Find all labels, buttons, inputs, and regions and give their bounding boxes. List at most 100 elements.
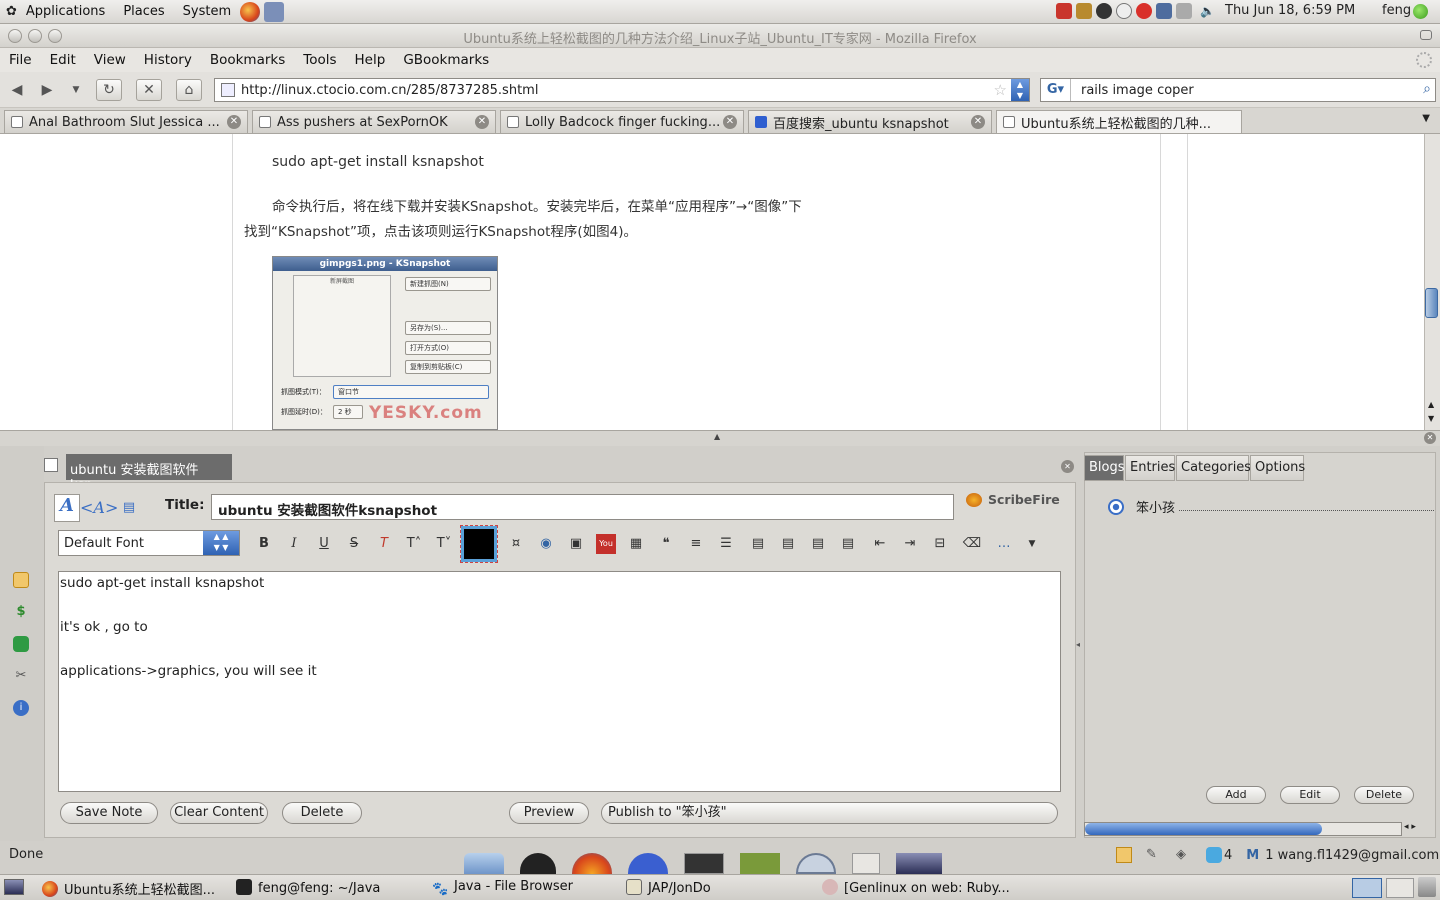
underline-icon[interactable]: U — [314, 534, 334, 554]
sync-icon[interactable] — [13, 636, 29, 652]
publish-button[interactable]: Publish to "笨小孩" — [601, 802, 1058, 824]
font-select[interactable]: Default Font ▲ ▲ ▼ ▼ — [58, 530, 240, 556]
menu-history[interactable]: History — [135, 52, 201, 68]
page-scroll-thumb[interactable] — [1425, 288, 1438, 318]
remove-format-icon[interactable]: T — [374, 534, 394, 554]
printer-tray-icon[interactable] — [1176, 3, 1192, 19]
menu-file[interactable]: File — [0, 52, 41, 68]
menu-help[interactable]: Help — [346, 52, 395, 68]
system-menu[interactable]: System — [174, 4, 240, 19]
outdent-icon[interactable]: ⇤ — [870, 534, 890, 554]
shield-tray-icon[interactable] — [1076, 3, 1092, 19]
tab-list-dropdown-icon[interactable]: ▼ — [1422, 113, 1430, 124]
search-icon[interactable]: ⌕ — [1423, 81, 1431, 97]
menu-view[interactable]: View — [85, 52, 135, 68]
window-menu-icon[interactable] — [1420, 30, 1432, 40]
tab-close-icon[interactable]: ✕ — [227, 115, 241, 129]
compass-launcher-icon[interactable] — [796, 853, 836, 874]
gmail-status[interactable]: 1 wang.fl1429@gmail.com — [1265, 848, 1439, 863]
history-dropdown-button[interactable]: ▼ — [66, 79, 86, 101]
reload-button[interactable]: ↻ — [96, 79, 122, 101]
bold-icon[interactable]: B — [254, 534, 274, 554]
network-tray-icon[interactable] — [1156, 3, 1172, 19]
gnome-foot-icon[interactable]: ✿ — [6, 4, 17, 19]
terminal-launcher-icon[interactable] — [684, 853, 724, 874]
youtube-icon[interactable]: You — [596, 534, 616, 554]
app-launcher-icon[interactable] — [264, 1, 285, 22]
qq-tray-icon[interactable] — [1096, 3, 1112, 19]
menu-edit[interactable]: Edit — [41, 52, 85, 68]
tool-status-icon[interactable]: ✎ — [1146, 847, 1162, 863]
media-launcher-icon[interactable] — [628, 853, 668, 874]
tab-3[interactable]: Lolly Badcock finger fucking... ✕ — [500, 110, 744, 133]
tab-blogs[interactable]: Blogs — [1084, 455, 1125, 481]
tools-icon[interactable]: ✂ — [13, 668, 29, 684]
info-icon[interactable]: i — [13, 700, 29, 716]
search-bar[interactable]: G▾ rails image coper ⌕ — [1040, 78, 1436, 102]
desktop-launcher-icon[interactable] — [896, 853, 942, 874]
tab-close-icon[interactable]: ✕ — [475, 115, 489, 129]
search-input[interactable]: rails image coper — [1081, 83, 1194, 98]
unordered-list-icon[interactable]: ☰ — [716, 534, 736, 554]
java-tray-icon[interactable] — [1056, 3, 1072, 19]
tab-close-icon[interactable]: ✕ — [723, 115, 737, 129]
post-body-editor[interactable]: sudo apt-get install ksnapshot it's ok ,… — [58, 571, 1061, 792]
pane-splitter-grip-icon[interactable]: ◂ — [1076, 640, 1080, 649]
eraser-icon[interactable]: ⌫ — [962, 534, 982, 554]
image-icon[interactable]: ▣ — [566, 534, 586, 554]
tab-close-icon[interactable]: ✕ — [971, 115, 985, 129]
ordered-list-icon[interactable]: ≡ — [686, 534, 706, 554]
menu-gbookmarks[interactable]: GBookmarks — [394, 52, 498, 68]
clock[interactable]: Thu Jun 18, 6:59 PM — [1225, 3, 1355, 18]
firefox-dock-icon[interactable] — [572, 853, 612, 874]
stop-button[interactable]: ✕ — [136, 79, 162, 101]
post-tab-title[interactable]: ubuntu 安装截图软件ksn... — [66, 454, 232, 493]
blockquote-icon[interactable]: ❝ — [656, 534, 676, 554]
special-char-icon[interactable]: ¤ — [506, 534, 526, 554]
menu-bookmarks[interactable]: Bookmarks — [201, 52, 294, 68]
workspace-2[interactable] — [1386, 878, 1414, 898]
gmail-icon[interactable]: M — [1246, 848, 1259, 863]
scroll-up-icon[interactable]: ▲ — [1428, 400, 1434, 409]
scribefire-status-icon[interactable] — [1116, 847, 1132, 863]
url-bar[interactable]: http://linux.ctocio.com.cn/285/8737285.s… — [214, 78, 1030, 102]
blog-list-item[interactable]: 笨小孩 — [1108, 497, 1434, 516]
sidebar-splitter[interactable]: ▲ ✕ — [0, 430, 1440, 446]
chat-tray-icon[interactable] — [1116, 3, 1132, 19]
tab-2[interactable]: Ass pushers at SexPornOK ✕ — [252, 110, 496, 133]
books-launcher-icon[interactable] — [740, 853, 780, 874]
twitter-count[interactable]: 4 — [1224, 848, 1232, 863]
workspace-1[interactable] — [1352, 878, 1382, 898]
user-name[interactable]: feng — [1382, 3, 1411, 18]
close-sidebar-icon[interactable]: ✕ — [1424, 432, 1436, 444]
dollar-icon[interactable]: $ — [13, 604, 29, 620]
forward-button[interactable]: ▶ — [36, 79, 58, 101]
home-button[interactable]: ⌂ — [176, 79, 202, 101]
align-left-icon[interactable]: ▤ — [748, 534, 768, 554]
user-status-icon[interactable] — [1413, 4, 1428, 19]
taskbar-file-browser[interactable]: 🐾 Java - File Browser — [432, 879, 573, 898]
rich-text-mode-icon[interactable]: A — [54, 494, 80, 522]
places-menu[interactable]: Places — [114, 4, 173, 19]
tab-4[interactable]: 百度搜索_ubuntu ksnapshot ✕ — [748, 110, 992, 133]
taskbar-jondo[interactable]: JAP/JonDo — [626, 879, 711, 896]
bookmark-star-icon[interactable]: ☆ — [994, 81, 1007, 99]
text-color-picker[interactable] — [460, 525, 498, 563]
increase-font-icon[interactable]: T˄ — [404, 534, 424, 554]
show-desktop-icon[interactable] — [4, 879, 24, 895]
tab-options[interactable]: Options — [1250, 455, 1305, 481]
font-select-arrow-icon[interactable]: ▲ ▲ ▼ ▼ — [203, 531, 239, 555]
align-center-icon[interactable]: ▤ — [778, 534, 798, 554]
hscroll-arrows-icon[interactable]: ◂ ▸ — [1404, 822, 1416, 832]
cube-launcher-icon[interactable] — [464, 853, 504, 874]
tab-1[interactable]: Anal Bathroom Slut Jessica ... ✕ — [4, 110, 248, 133]
tab-categories[interactable]: Categories — [1176, 455, 1251, 481]
twitter-icon[interactable] — [1206, 847, 1222, 863]
taskbar-firefox[interactable]: Ubuntu系统上轻松截图... — [42, 879, 215, 898]
editor-icon[interactable] — [13, 572, 29, 588]
volume-icon[interactable]: 🔈 — [1200, 4, 1215, 18]
firefox-launcher-icon[interactable] — [240, 1, 261, 22]
wrap-icon[interactable]: ⊟ — [930, 534, 950, 554]
clear-content-button[interactable]: Clear Content — [170, 802, 268, 824]
blog-radio-icon[interactable] — [1108, 498, 1124, 515]
